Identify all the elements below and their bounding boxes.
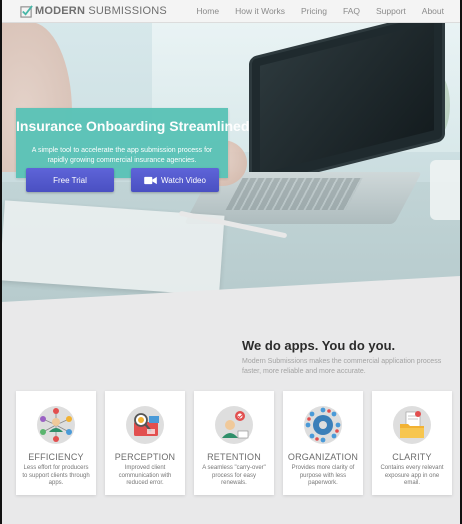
organization-gear-icon — [304, 406, 342, 444]
page: MODERN SUBMISSIONS Home How it Works Pri… — [2, 0, 460, 524]
hero-mug — [430, 160, 460, 220]
hero-title: Insurance Onboarding Streamlined — [16, 118, 250, 134]
feature-text: Less effort for producers to support cli… — [22, 465, 90, 486]
nav-link-faq[interactable]: FAQ — [343, 6, 360, 16]
brand-name-rest: SUBMISSIONS — [85, 5, 167, 17]
nav-link-support[interactable]: Support — [376, 6, 406, 16]
feature-card-retention: RETENTION A seamless "carry-over" proces… — [194, 391, 274, 495]
apps-heading: We do apps. You do you. — [242, 338, 396, 353]
nav-link-home[interactable]: Home — [196, 6, 219, 16]
brand-name: MODERN SUBMISSIONS — [35, 5, 167, 17]
nav-link-how-it-works[interactable]: How it Works — [235, 6, 285, 16]
clarity-folder-icon — [393, 406, 431, 444]
feature-text: Improved client communication with reduc… — [118, 465, 172, 486]
feature-title: ORGANIZATION — [287, 452, 359, 462]
watch-video-label: Watch Video — [161, 175, 206, 185]
watch-video-button[interactable]: Watch Video — [131, 168, 219, 192]
hero-laptop-keyboard — [225, 178, 363, 210]
feature-card-efficiency: EFFICIENCY Less effort for producers to … — [16, 391, 96, 495]
feature-title: RETENTION — [207, 452, 261, 462]
nav-links: Home How it Works Pricing FAQ Support Ab… — [196, 0, 444, 22]
feature-text: Provides more clarity of purpose with le… — [291, 465, 355, 486]
feature-title: CLARITY — [392, 452, 432, 462]
top-navbar: MODERN SUBMISSIONS Home How it Works Pri… — [2, 0, 460, 23]
video-camera-icon — [144, 176, 157, 184]
free-trial-label: Free Trial — [53, 175, 87, 185]
feature-title: PERCEPTION — [114, 452, 176, 462]
feature-card-perception: PERCEPTION Improved client communication… — [105, 391, 185, 495]
brand-logo[interactable]: MODERN SUBMISSIONS — [20, 3, 167, 19]
hero-bottom-slope — [2, 276, 460, 318]
free-trial-button[interactable]: Free Trial — [26, 168, 114, 192]
apps-description: Modern Submissions makes the commercial … — [242, 358, 442, 375]
feature-text: A seamless "carry-over" process for easy… — [202, 465, 266, 486]
feature-text: Contains every relevant exposure app in … — [380, 465, 444, 486]
efficiency-network-icon — [37, 406, 75, 444]
retention-user-icon — [215, 406, 253, 444]
nav-link-about[interactable]: About — [422, 6, 444, 16]
hero-subtitle: A simple tool to accelerate the app subm… — [31, 147, 213, 164]
feature-card-clarity: CLARITY Contains every relevant exposure… — [372, 391, 452, 495]
hero-section: Insurance Onboarding Streamlined A simpl… — [2, 22, 460, 302]
feature-card-organization: ORGANIZATION Provides more clarity of pu… — [283, 391, 363, 495]
perception-search-icon — [126, 406, 164, 444]
checkmark-icon — [20, 4, 33, 18]
brand-name-bold: MODERN — [35, 5, 86, 17]
nav-link-pricing[interactable]: Pricing — [301, 6, 327, 16]
feature-cards: EFFICIENCY Less effort for producers to … — [16, 391, 452, 495]
feature-title: EFFICIENCY — [28, 452, 84, 462]
